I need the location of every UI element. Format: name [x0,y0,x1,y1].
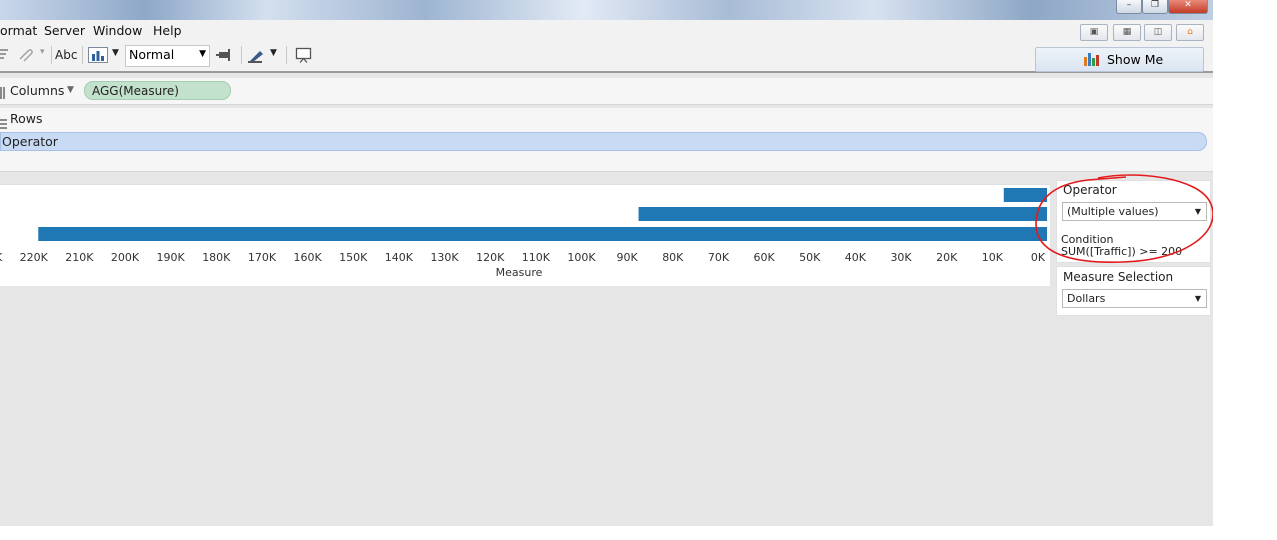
highlighter-dropdown-icon[interactable]: ▼ [270,48,277,58]
home-icon[interactable]: ⌂ [1176,24,1204,41]
bar-2[interactable] [38,227,1047,241]
x-tick-label: 150K [339,251,368,264]
clip-icon[interactable] [17,48,33,65]
menu-help[interactable]: Help [153,23,182,38]
tableau-window: – ❐ ✕ ormat Server Window Help ▾ Abc ▼ N… [0,0,1213,526]
columns-pill[interactable]: AGG(Measure) [84,81,231,100]
chevron-down-icon: ▼ [1194,294,1201,303]
x-tick-label: 120K [476,251,505,264]
x-tick-label: 180K [202,251,231,264]
x-axis-title: Measure [496,266,543,279]
x-tick-label: 140K [385,251,414,264]
rows-shelf-icon [0,114,8,129]
measure-selection-title: Measure Selection [1063,270,1174,284]
menu-server[interactable]: Server [44,23,85,38]
present-mode-icon[interactable]: ▣ [1080,24,1108,41]
rows-shelf-label: Rows [10,111,43,126]
restore-icon[interactable]: ❐ [1142,0,1168,14]
x-tick-label: 170K [248,251,277,264]
x-tick-label: 100K [567,251,596,264]
show-me-label: Show Me [1107,52,1164,67]
menu-window[interactable]: Window [93,23,142,38]
x-tick-label: 70K [708,251,730,264]
presentation-icon[interactable] [295,47,313,66]
grid-icon[interactable]: ▦ [1113,24,1141,41]
measure-selection-dropdown[interactable]: Dollars ▼ [1062,289,1207,308]
title-bar: – ❐ ✕ [0,0,1213,20]
x-tick-label: 230K [0,251,3,264]
toolbar-separator [241,46,242,64]
x-tick-label: 160K [293,251,322,264]
show-me-icon [1083,52,1101,69]
menu-format[interactable]: ormat [0,23,37,38]
chevron-down-icon: ▼ [199,49,206,59]
chart-area: 230K 220K 210K 200K 190K 180K 170K 160K 150K 140K… [0,184,1050,286]
format-icon[interactable] [0,47,10,64]
show-me-button[interactable]: Show Me [1035,47,1204,72]
x-tick-label: 110K [522,251,551,264]
bar-chart: 230K 220K 210K 200K 190K 180K 170K 160K 150K 140K… [0,188,1047,279]
rows-pill[interactable]: Operator [0,132,1207,151]
toolbar: ▾ Abc ▼ Normal ▼ ▼ Show Me [0,41,1213,73]
menu-bar: ormat Server Window Help [0,20,1213,42]
x-tick-label: 220K [20,251,49,264]
x-tick-label: 50K [799,251,821,264]
x-tick-label: 90K [617,251,639,264]
measure-selection-value: Dollars [1067,292,1106,305]
chart-type-icon[interactable] [88,46,110,67]
x-tick-label: 40K [845,251,867,264]
x-tick-label: 210K [65,251,94,264]
x-tick-label: 60K [753,251,775,264]
columns-shelf-icon [0,84,6,99]
toolbar-separator [286,46,287,64]
close-icon[interactable]: ✕ [1168,0,1208,14]
highlighter-icon[interactable] [248,47,268,66]
fit-select-value: Normal [129,47,175,62]
pin-icon[interactable] [216,48,234,65]
x-tick-label: 20K [936,251,958,264]
x-tick-label: 80K [662,251,684,264]
columns-shelf-label: Columns [10,83,65,98]
bar-1[interactable] [638,207,1047,221]
database-icon[interactable]: ◫ [1144,24,1172,41]
x-tick-label: 130K [430,251,459,264]
x-tick-label: 10K [982,251,1004,264]
toolbar-separator [51,46,52,64]
measure-selection-card: Measure Selection Dollars ▼ [1056,266,1211,316]
columns-dropdown-icon[interactable]: ▼ [67,85,74,95]
red-annotation-circle [1035,174,1213,263]
x-tick-label: 190K [157,251,186,264]
toolbar-separator [82,46,83,64]
label-toggle[interactable]: Abc [55,48,77,62]
fit-select[interactable]: Normal ▼ [125,45,210,67]
chart-type-dropdown-icon[interactable]: ▼ [112,48,119,58]
minimize-icon[interactable]: – [1116,0,1142,14]
x-tick-label: 200K [111,251,140,264]
clip-dropdown-icon[interactable]: ▾ [40,47,45,57]
x-tick-label: 30K [890,251,912,264]
